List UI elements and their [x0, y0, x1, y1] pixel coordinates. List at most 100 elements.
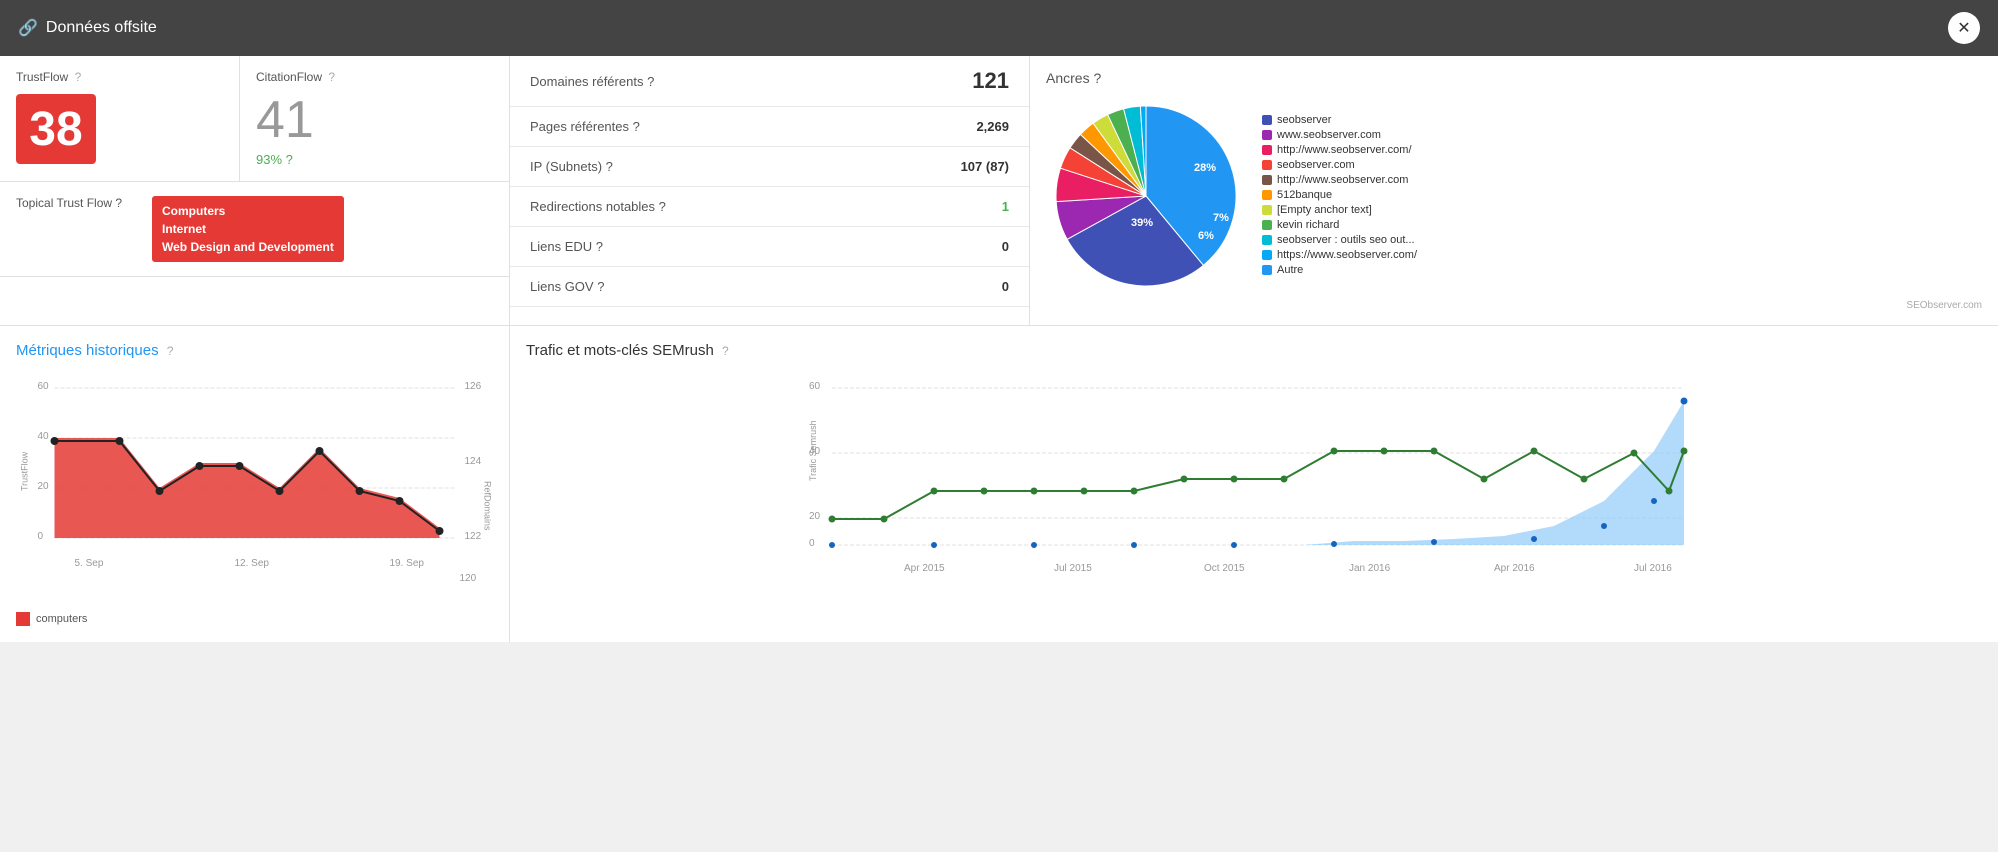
topical-label: Topical Trust Flow ?: [16, 196, 136, 210]
svg-text:39%: 39%: [1131, 217, 1153, 229]
metrics-title: Métriques historiques ?: [16, 342, 493, 359]
semrush-svg: 60 40 20 0: [526, 371, 1982, 601]
edu-row: Liens EDU ? 0: [510, 227, 1029, 267]
topical-help-icon[interactable]: ?: [115, 196, 122, 210]
svg-text:RefDomains: RefDomains: [483, 481, 493, 531]
svg-text:7%: 7%: [1213, 212, 1229, 224]
pages-row: Pages référentes ? 2,269: [510, 107, 1029, 147]
legend-item: http://www.seobserver.com/: [1262, 144, 1417, 156]
topical-row: Topical Trust Flow ? ComputersInternetWe…: [16, 196, 493, 262]
legend-dot: [1262, 160, 1272, 170]
redirections-value: 1: [1002, 199, 1009, 214]
legend-item: kevin richard: [1262, 219, 1417, 231]
svg-text:Jan 2016: Jan 2016: [1349, 563, 1391, 574]
semrush-help-icon[interactable]: ?: [722, 344, 729, 358]
legend-label: seobserver.com: [1277, 159, 1355, 171]
topical-badge: ComputersInternetWeb Design and Developm…: [152, 196, 344, 262]
redirections-label: Redirections notables ?: [530, 199, 666, 214]
semrush-title: Trafic et mots-clés SEMrush ?: [526, 342, 1982, 359]
metrics-historiques: Métriques historiques ? 60 40 20 0 126 1…: [0, 326, 510, 642]
legend-dot: [1262, 145, 1272, 155]
gov-value: 0: [1002, 279, 1009, 294]
header: 🔗 Données offsite ✕: [0, 0, 1998, 56]
pages-help-icon[interactable]: ?: [633, 119, 640, 134]
svg-text:12. Sep: 12. Sep: [235, 558, 270, 569]
main-top: TrustFlow ? 38 CitationFlow ? 41 93%: [0, 56, 1998, 325]
legend-item: seobserver: [1262, 114, 1417, 126]
trust-flow-value: 38: [16, 94, 96, 164]
gov-help-icon[interactable]: ?: [597, 279, 604, 294]
page-title: Données offsite: [46, 19, 157, 37]
legend-label: http://www.seobserver.com: [1277, 174, 1408, 186]
metrics-svg: 60 40 20 0 126 124 122 120: [16, 371, 493, 601]
svg-text:0: 0: [809, 538, 815, 549]
legend-item: 512banque: [1262, 189, 1417, 201]
legend-dot: [1262, 115, 1272, 125]
cf-percent-help-icon[interactable]: ?: [286, 152, 293, 167]
legend-item: https://www.seobserver.com/: [1262, 249, 1417, 261]
metrics-help-icon[interactable]: ?: [167, 344, 174, 358]
svg-text:60: 60: [38, 381, 50, 392]
semrush-chart: Trafic et mots-clés SEMrush ? 60 40 20 0: [510, 326, 1998, 642]
close-button[interactable]: ✕: [1948, 12, 1980, 44]
svg-text:126: 126: [465, 381, 482, 392]
seobserver-credit: SEObserver.com: [1046, 300, 1982, 311]
legend-label: seobserver: [1277, 114, 1331, 126]
ancres-content: 39%28%7%6% seobserverwww.seobserver.comh…: [1046, 96, 1982, 296]
legend-dot: [1262, 190, 1272, 200]
ip-help-icon[interactable]: ?: [606, 159, 613, 174]
legend-label: 512banque: [1277, 189, 1332, 201]
svg-text:20: 20: [809, 511, 821, 522]
trust-flow-label: TrustFlow ?: [16, 70, 223, 84]
ip-value: 107 (87): [961, 159, 1009, 174]
legend-dot: [1262, 265, 1272, 275]
trust-flow-section: TrustFlow ? 38: [0, 56, 240, 181]
edu-help-icon[interactable]: ?: [596, 239, 603, 254]
link-icon: 🔗: [18, 18, 38, 38]
referents-panel: Domaines référents ? 121 Pages référente…: [510, 56, 1030, 325]
ancres-help-icon[interactable]: ?: [1093, 70, 1101, 86]
svg-text:Jul 2016: Jul 2016: [1634, 563, 1672, 574]
header-title: 🔗 Données offsite: [18, 18, 157, 38]
legend-label: Autre: [1277, 264, 1303, 276]
svg-text:28%: 28%: [1194, 162, 1216, 174]
pages-label: Pages référentes ?: [530, 119, 640, 134]
svg-text:20: 20: [38, 481, 50, 492]
trust-flow-help-icon[interactable]: ?: [75, 70, 82, 84]
computers-legend-color: [16, 612, 30, 626]
domaines-label: Domaines référents ?: [530, 74, 654, 89]
svg-text:Apr 2016: Apr 2016: [1494, 563, 1535, 574]
ancres-title: Ancres ?: [1046, 70, 1982, 86]
redirections-help-icon[interactable]: ?: [659, 199, 666, 214]
ancres-panel: Ancres ? 39%28%7%6% seobserverwww.seobse…: [1030, 56, 1998, 325]
legend-label: http://www.seobserver.com/: [1277, 144, 1412, 156]
domaines-help-icon[interactable]: ?: [647, 74, 654, 89]
legend-item: [Empty anchor text]: [1262, 204, 1417, 216]
svg-text:19. Sep: 19. Sep: [390, 558, 425, 569]
metrics-chart-area: 60 40 20 0 126 124 122 120: [16, 371, 493, 604]
svg-text:0: 0: [38, 531, 44, 542]
svg-text:5. Sep: 5. Sep: [75, 558, 104, 569]
domaines-value: 121: [972, 68, 1009, 94]
legend-dot: [1262, 220, 1272, 230]
ancres-pie: 39%28%7%6%: [1046, 96, 1246, 296]
left-panel: TrustFlow ? 38 CitationFlow ? 41 93%: [0, 56, 510, 325]
computers-legend-label: computers: [36, 613, 87, 625]
svg-text:124: 124: [465, 456, 482, 467]
legend-dot: [1262, 235, 1272, 245]
legend-dot: [1262, 205, 1272, 215]
svg-text:60: 60: [809, 381, 821, 392]
ip-row: IP (Subnets) ? 107 (87): [510, 147, 1029, 187]
redirections-row: Redirections notables ? 1: [510, 187, 1029, 227]
legend-item: seobserver.com: [1262, 159, 1417, 171]
citation-flow-help-icon[interactable]: ?: [328, 70, 335, 84]
citation-flow-label: CitationFlow ?: [256, 70, 493, 84]
topical-section: Topical Trust Flow ? ComputersInternetWe…: [0, 182, 509, 277]
legend-label: [Empty anchor text]: [1277, 204, 1372, 216]
legend-dot: [1262, 250, 1272, 260]
svg-text:Oct 2015: Oct 2015: [1204, 563, 1245, 574]
top-metrics: TrustFlow ? 38 CitationFlow ? 41 93%: [0, 56, 509, 182]
citation-flow-value: 41: [256, 94, 493, 146]
legend-item: Autre: [1262, 264, 1417, 276]
svg-text:122: 122: [465, 531, 482, 542]
